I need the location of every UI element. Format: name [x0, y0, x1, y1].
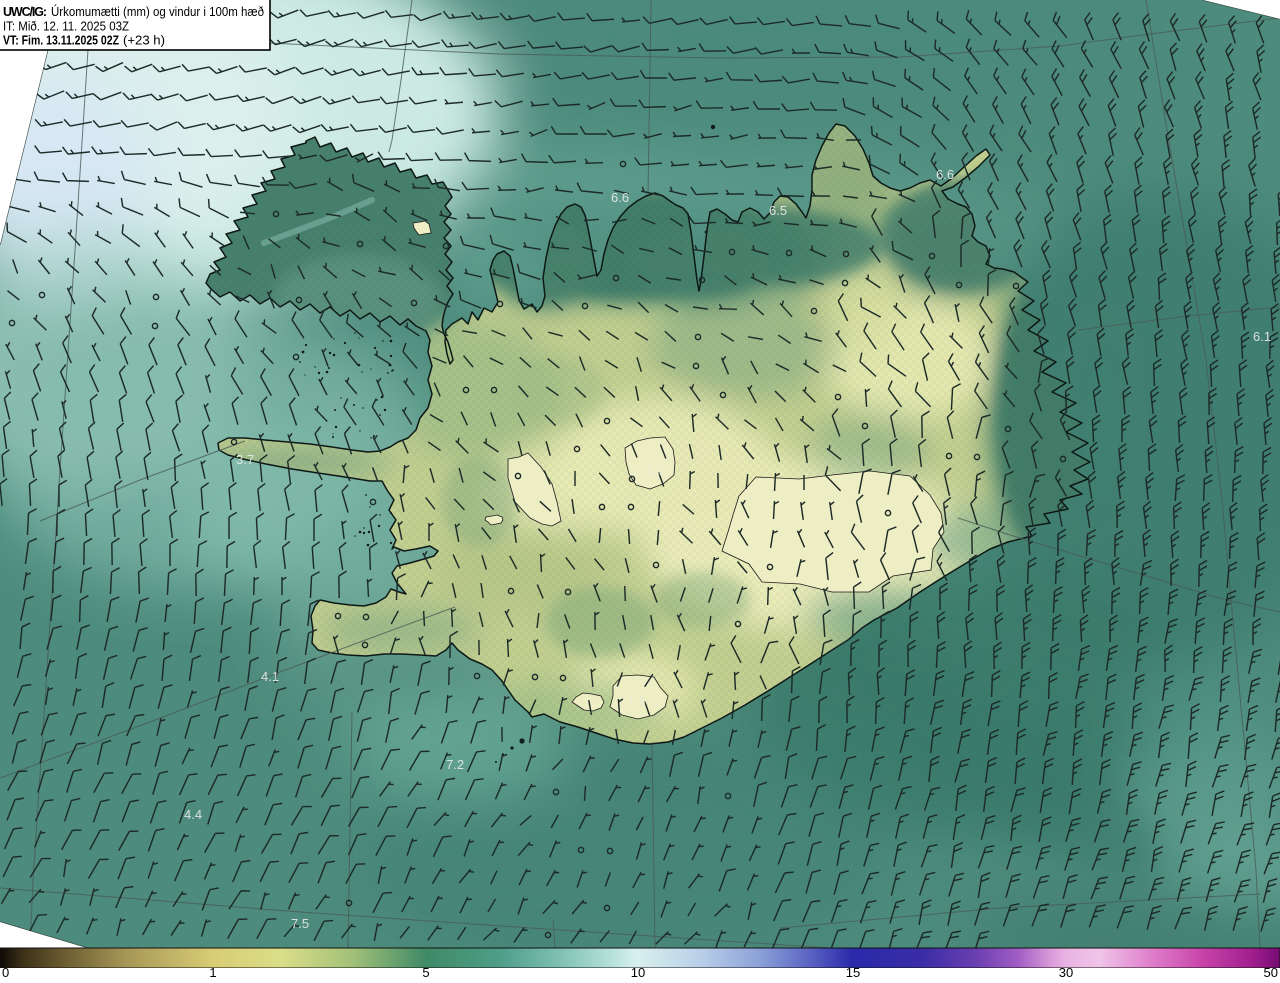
svg-text:2.0: 2.0 [646, 463, 664, 478]
svg-text:UWC/IG:: UWC/IG: [3, 5, 47, 19]
svg-text:Úrkomumætti (mm) og vindur i 1: Úrkomumætti (mm) og vindur i 100m hæð [51, 4, 264, 19]
svg-text:0: 0 [2, 965, 9, 978]
svg-text:6.1: 6.1 [1253, 329, 1271, 344]
svg-text:6.6: 6.6 [936, 167, 954, 182]
svg-text:3.7: 3.7 [236, 452, 254, 467]
svg-text:1.6: 1.6 [628, 693, 646, 708]
svg-text:1: 1 [209, 965, 216, 978]
svg-text:VT: Fim. 13.11.2025 02Z: VT: Fim. 13.11.2025 02Z [3, 34, 119, 48]
svg-text:4.1: 4.1 [261, 669, 279, 684]
svg-text:7.2: 7.2 [446, 757, 464, 772]
svg-text:IT: Mið. 12. 11. 2025 03Z: IT: Mið. 12. 11. 2025 03Z [3, 20, 129, 34]
svg-text:30: 30 [1059, 965, 1073, 978]
svg-text:5: 5 [422, 965, 429, 978]
svg-text:6.6: 6.6 [611, 190, 629, 205]
svg-text:7.5: 7.5 [291, 916, 309, 931]
svg-text:10: 10 [631, 965, 645, 978]
svg-text:4.4: 4.4 [184, 807, 202, 822]
svg-text:50: 50 [1264, 965, 1278, 978]
svg-text:15: 15 [846, 965, 860, 978]
svg-text:6.5: 6.5 [769, 203, 787, 218]
svg-text:(+23 h): (+23 h) [123, 34, 165, 48]
